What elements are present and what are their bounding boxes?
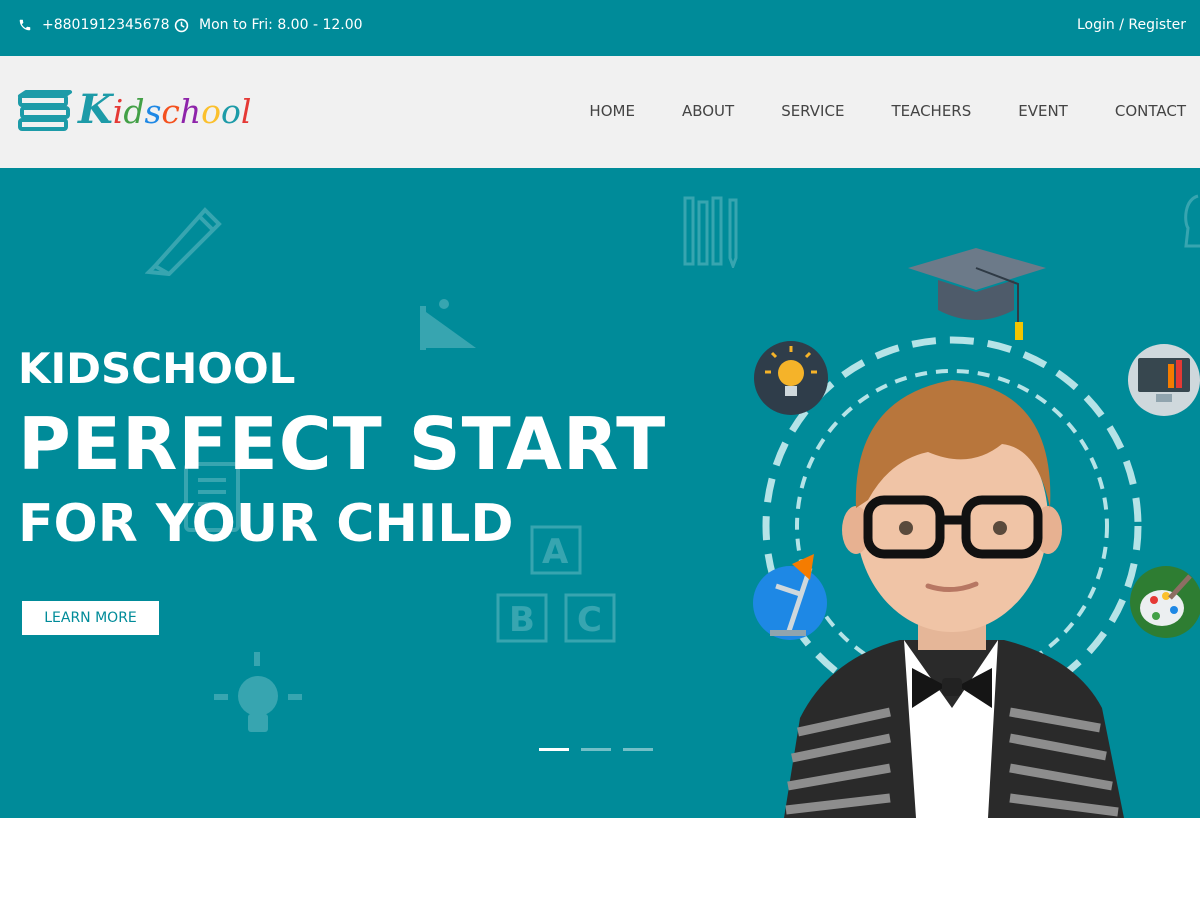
slider-pagination <box>539 748 653 751</box>
nav-home[interactable]: HOME <box>589 102 635 120</box>
phone-number: +8801912345678 <box>42 17 170 33</box>
site-logo[interactable]: Kidschool <box>16 88 251 132</box>
hero-kicker: KIDSCHOOL <box>18 344 296 393</box>
slide-dot-1[interactable] <box>539 748 569 751</box>
svg-text:C: C <box>577 600 602 640</box>
main-nav: HOME ABOUT SERVICE TEACHERS EVENT CONTAC… <box>589 102 1186 120</box>
learn-more-button[interactable]: LEARN MORE <box>22 601 159 635</box>
login-register-link[interactable]: Login / Register <box>1077 17 1186 33</box>
opening-hours: Mon to Fri: 8.00 - 12.00 <box>174 17 363 33</box>
child-photo <box>784 380 1124 818</box>
lightbulb-icon <box>754 341 828 415</box>
logo-letter: i <box>112 92 124 131</box>
content-area-blank <box>0 818 1200 900</box>
nav-about[interactable]: ABOUT <box>682 102 734 120</box>
nav-teachers[interactable]: TEACHERS <box>891 102 971 120</box>
logo-letter: s <box>144 92 162 131</box>
top-bar: +8801912345678 Mon to Fri: 8.00 - 12.00 … <box>0 0 1200 56</box>
computer-icon <box>1128 344 1200 416</box>
hours-text: Mon to Fri: 8.00 - 12.00 <box>199 17 363 33</box>
slide-playground-icon <box>420 299 476 350</box>
lightbulb-outline-icon <box>214 652 302 732</box>
clock-icon <box>174 18 189 32</box>
logo-letter: c <box>161 92 180 131</box>
hero-slider: A B C KIDSCHOOL PERFECT START FOR YOUR C… <box>0 168 1200 818</box>
palette-icon <box>1130 566 1200 638</box>
svg-text:B: B <box>509 600 535 640</box>
logo-letter: h <box>179 92 202 131</box>
logo-letter: l <box>240 92 252 131</box>
contact-phone[interactable]: +8801912345678 <box>18 17 170 33</box>
nav-contact[interactable]: CONTACT <box>1115 102 1186 120</box>
logo-letter: d <box>123 92 145 131</box>
svg-text:A: A <box>542 532 569 572</box>
hero-subtitle: FOR YOUR CHILD <box>18 494 514 554</box>
phone-icon <box>19 19 31 31</box>
hero-illustration <box>753 248 1200 818</box>
site-header: Kidschool HOME ABOUT SERVICE TEACHERS EV… <box>0 56 1200 168</box>
books-logo-icon <box>18 90 72 131</box>
abc-blocks-icon: A B C <box>496 525 616 643</box>
login-register-text[interactable]: Login / Register <box>1077 17 1186 33</box>
desk-lamp-icon <box>753 554 827 640</box>
logo-letter: o <box>201 92 222 131</box>
hero-title: PERFECT START <box>18 402 667 486</box>
logo-letter: o <box>221 92 241 131</box>
pencil-icon <box>145 207 222 276</box>
logo-letter: K <box>78 86 113 133</box>
nav-service[interactable]: SERVICE <box>781 102 844 120</box>
slide-dot-3[interactable] <box>623 748 653 751</box>
graduation-cap-icon <box>908 248 1046 340</box>
logo-wordmark: Kidschool <box>78 90 251 130</box>
slide-dot-2[interactable] <box>581 748 611 751</box>
nav-event[interactable]: EVENT <box>1018 102 1068 120</box>
rulers-pencils-icon <box>683 196 738 268</box>
